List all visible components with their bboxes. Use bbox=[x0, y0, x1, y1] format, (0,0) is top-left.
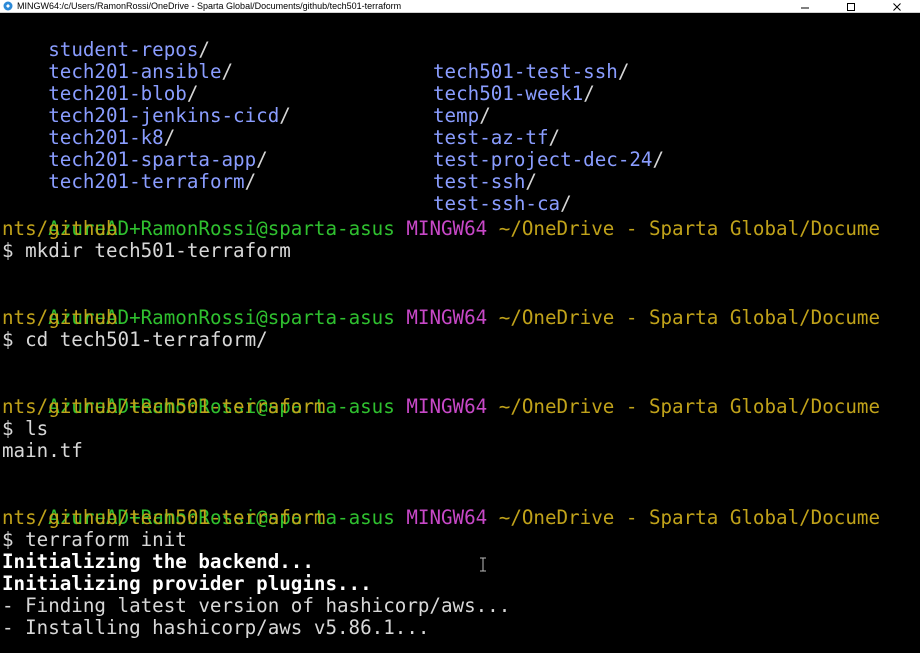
command-line: $ cd tech501-terraform/ bbox=[2, 328, 268, 351]
init-output-plugins: Initializing provider plugins... bbox=[2, 572, 372, 595]
title-bar: MINGW64:/c/Users/RamonRossi/OneDrive - S… bbox=[0, 0, 920, 13]
maximize-icon bbox=[847, 2, 855, 11]
minimize-icon bbox=[801, 7, 809, 8]
directory-entry: temp/ bbox=[433, 104, 491, 127]
prompt-path-continued: nts/github/tech501-terraform bbox=[2, 395, 326, 418]
prompt-path-continued: nts/github bbox=[2, 306, 118, 329]
maximize-button[interactable] bbox=[828, 0, 874, 13]
directory-entry: tech501-week1/ bbox=[433, 82, 595, 105]
prompt-path: ~/OneDrive - Sparta Global/Docume bbox=[498, 395, 880, 418]
close-icon bbox=[893, 2, 901, 11]
prompt-shell: MINGW64 bbox=[406, 217, 488, 240]
prompt-line: AzureAD+RamonRossi@sparta-asus MINGW64 ~… bbox=[2, 285, 880, 329]
prompt-path: ~/OneDrive - Sparta Global/Docume bbox=[498, 306, 880, 329]
prompt-line: AzureAD+RamonRossi@sparta-asus MINGW64 ~… bbox=[2, 374, 880, 418]
directory-entry: tech201-terraform/ bbox=[48, 170, 257, 193]
listing-row: student-repos/ tech501-test-ssh/ bbox=[2, 17, 629, 83]
prompt-path-continued: nts/github bbox=[2, 217, 118, 240]
listing-row: tech201-jenkins-cicd/ test-az-tf/ bbox=[2, 83, 560, 149]
init-output-finding: - Finding latest version of hashicorp/aw… bbox=[2, 594, 511, 617]
window-title: MINGW64:/c/Users/RamonRossi/OneDrive - S… bbox=[17, 1, 402, 11]
command-line: $ mkdir tech501-terraform bbox=[2, 239, 291, 262]
text-cursor-icon bbox=[480, 557, 486, 572]
init-output-backend: Initializing the backend... bbox=[2, 550, 314, 573]
prompt-shell: MINGW64 bbox=[406, 395, 488, 418]
terminal-output[interactable]: student-repos/ tech501-test-ssh/ tech201… bbox=[0, 14, 920, 653]
prompt-shell: MINGW64 bbox=[406, 506, 488, 529]
listing-row: tech201-terraform/ test-ssh-ca/ bbox=[2, 149, 571, 215]
prompt-path: ~/OneDrive - Sparta Global/Docume bbox=[498, 506, 880, 529]
listing-row: tech201-sparta-app/ test-ssh/ bbox=[2, 127, 537, 193]
close-button[interactable] bbox=[874, 0, 920, 13]
directory-entry: tech501-test-ssh/ bbox=[433, 60, 630, 83]
command-line: $ terraform init bbox=[2, 528, 187, 551]
prompt-line: AzureAD+RamonRossi@sparta-asus MINGW64 ~… bbox=[2, 485, 880, 529]
prompt-path: ~/OneDrive - Sparta Global/Docume bbox=[498, 217, 880, 240]
directory-entry: test-project-dec-24/ bbox=[433, 148, 665, 171]
ls-output: main.tf bbox=[2, 439, 83, 462]
prompt-path-continued: nts/github/tech501-terraform bbox=[2, 506, 326, 529]
mingw-app-icon bbox=[3, 1, 13, 11]
init-output-installing: - Installing hashicorp/aws v5.86.1... bbox=[2, 616, 430, 639]
listing-row: tech201-ansible/ tech501-week1/ bbox=[2, 39, 595, 105]
directory-entry: test-ssh/ bbox=[433, 170, 537, 193]
prompt-shell: MINGW64 bbox=[406, 306, 488, 329]
listing-row: tech201-k8/ test-project-dec-24/ bbox=[2, 105, 664, 171]
listing-row: tech201-blob/ temp/ bbox=[2, 61, 491, 127]
directory-entry: test-az-tf/ bbox=[433, 126, 561, 149]
prompt-line: AzureAD+RamonRossi@sparta-asus MINGW64 ~… bbox=[2, 196, 880, 240]
command-line: $ ls bbox=[2, 417, 49, 440]
minimize-button[interactable] bbox=[782, 0, 828, 13]
